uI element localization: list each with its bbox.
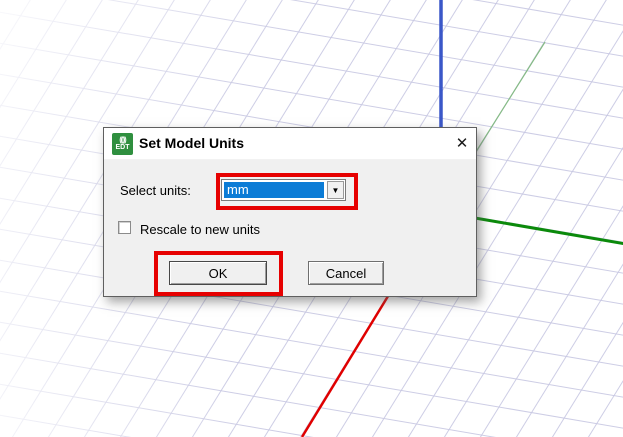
set-model-units-dialog: ((|)) EDT Set Model Units ✕ Select units… [103, 127, 477, 297]
select-units-label: Select units: [120, 183, 191, 198]
rescale-checkbox[interactable] [118, 221, 131, 234]
chevron-down-icon[interactable]: ▼ [327, 181, 344, 199]
cancel-button[interactable]: Cancel [308, 261, 384, 285]
ok-button[interactable]: OK [169, 261, 267, 285]
dialog-titlebar[interactable]: ((|)) EDT Set Model Units ✕ [104, 128, 476, 160]
edt-icon-waves: ((|)) [119, 136, 126, 144]
edt-icon-text: EDT [115, 143, 130, 151]
close-icon[interactable]: ✕ [451, 132, 473, 154]
ansys-edt-icon: ((|)) EDT [112, 133, 133, 155]
rescale-checkbox-label: Rescale to new units [140, 222, 260, 237]
application-viewport: ((|)) EDT Set Model Units ✕ Select units… [0, 0, 623, 437]
units-dropdown-value: mm [224, 182, 324, 198]
dialog-title: Set Model Units [139, 135, 245, 151]
units-dropdown[interactable]: mm ▼ [221, 179, 346, 201]
